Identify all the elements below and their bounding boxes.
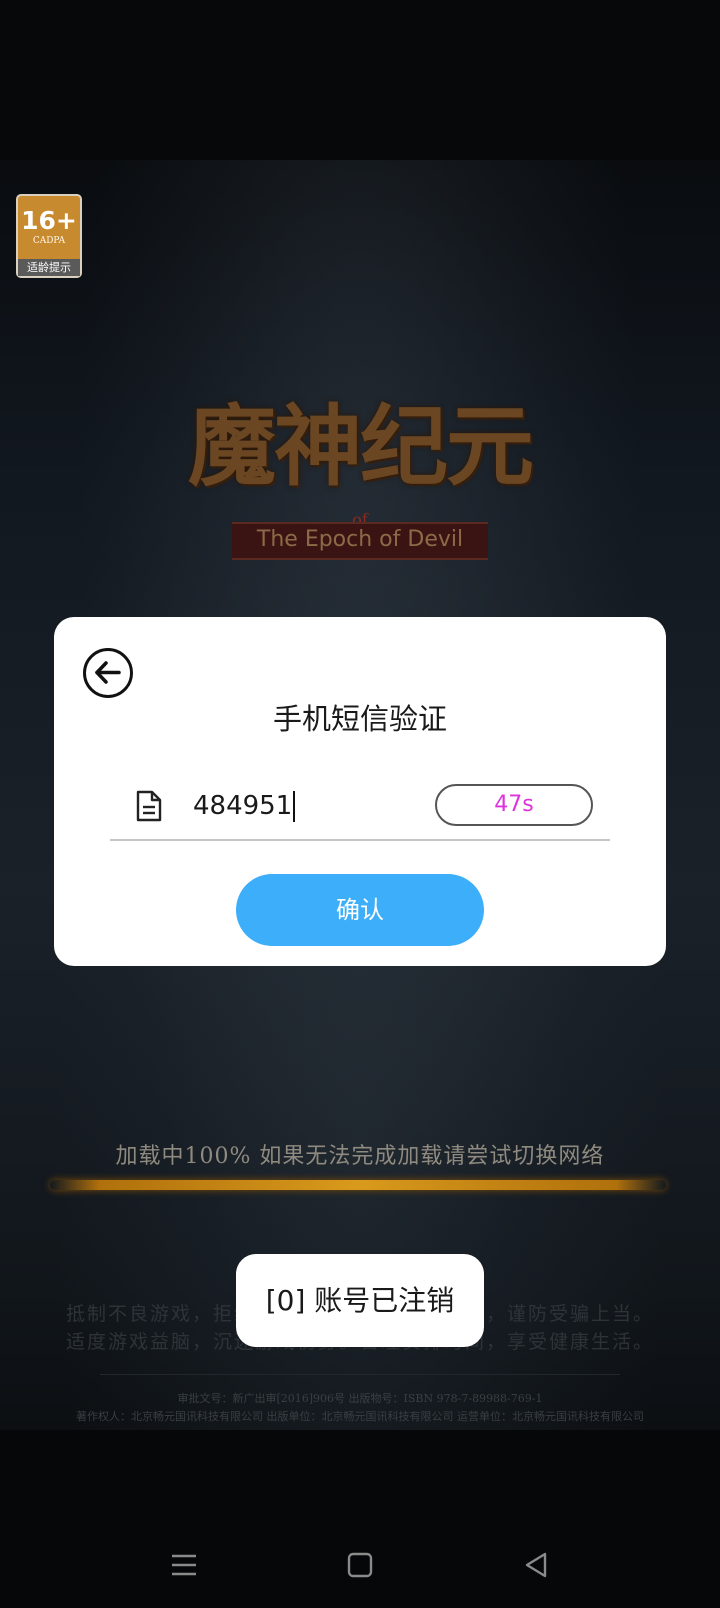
toast-message: [0] 账号已注销 [236,1254,484,1347]
resend-countdown-button[interactable]: 47s [435,784,593,826]
loading-text: 加载中100% 如果无法完成加载请尝试切换网络 [115,1144,605,1169]
sms-code-value: 484951 [193,791,293,821]
back-button[interactable] [83,648,133,698]
dialog-title: 手机短信验证 [272,702,447,736]
confirm-button[interactable]: 确认 [236,874,484,946]
copyright-line2: 著作权人：北京畅元国讯科技有限公司 出版单位：北京畅元国讯科技有限公司 运营单位… [76,1410,644,1423]
nav-menu-button[interactable] [154,1530,214,1600]
text-cursor [293,791,296,822]
input-underline [110,839,610,841]
system-nav-bar [0,1530,720,1600]
menu-icon [172,1554,196,1576]
divider [100,1374,620,1375]
document-icon [136,790,162,822]
loading-progress-bar [50,1180,666,1190]
age-rating-number: 16+ [21,206,77,235]
sms-verification-dialog: 手机短信验证 484951 47s 确认 [54,617,666,966]
nav-home-button[interactable] [330,1530,390,1600]
game-logo-title: 魔神纪元 [187,394,534,498]
age-rating-tip: 适龄提示 [18,259,80,276]
copyright-info: 审批文号：新广出审[2016]906号 出版物号：ISBN 978-7-8998… [0,1390,720,1426]
nav-back-button[interactable] [506,1530,566,1600]
copyright-line1: 审批文号：新广出审[2016]906号 出版物号：ISBN 978-7-8998… [177,1392,543,1405]
arrow-left-circle-icon [95,661,121,684]
age-rating-badge: 16+ CADPA 适龄提示 [16,194,82,278]
home-square-icon [347,1552,373,1578]
sms-code-input[interactable]: 484951 [193,786,393,826]
back-triangle-icon [525,1552,547,1578]
status-area [0,0,720,160]
game-logo-subtitle: The Epoch of Devil [232,522,488,560]
age-rating-org: CADPA [32,236,66,246]
